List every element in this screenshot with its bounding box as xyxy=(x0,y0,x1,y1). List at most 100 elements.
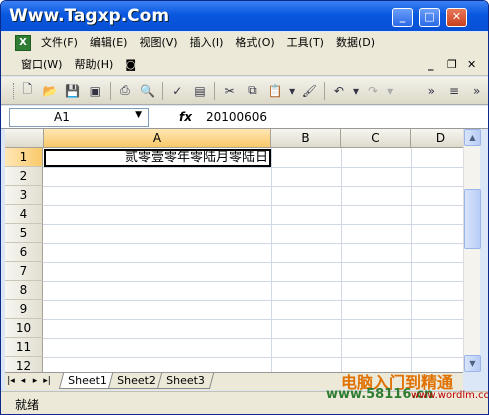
worksheet-grid[interactable]: A B C D 1 2 3 4 5 6 7 8 9 10 11 12 贰零壹零年… xyxy=(5,129,463,372)
gridline xyxy=(341,148,342,372)
gridline xyxy=(271,148,272,372)
row-header[interactable]: 1 xyxy=(5,148,43,167)
row-header[interactable]: 2 xyxy=(5,167,43,186)
doc-close-button[interactable]: ✕ xyxy=(467,58,476,71)
menu-view[interactable]: 视图(V) xyxy=(133,33,183,53)
excel-window: Www.Tagxp.Com _ □ ✕ X 文件(F) 编辑(E) 视图(V) … xyxy=(0,0,489,415)
doc-restore-button[interactable]: ❐ xyxy=(447,58,457,71)
gridline xyxy=(43,186,463,187)
row-header[interactable]: 12 xyxy=(5,357,43,372)
copy-icon[interactable]: ⧉ xyxy=(243,81,262,101)
row-header[interactable]: 3 xyxy=(5,186,43,205)
toolbar-separator xyxy=(323,81,325,100)
name-box-dropdown-icon[interactable]: ▼ xyxy=(135,110,142,120)
scroll-thumb[interactable] xyxy=(464,189,481,249)
cut-icon[interactable]: ✂ xyxy=(220,81,239,101)
menu-help[interactable]: 帮助(H) xyxy=(68,55,119,75)
prev-sheet-icon[interactable]: ◂ xyxy=(17,373,29,389)
column-header-d[interactable]: D xyxy=(411,129,463,148)
scroll-up-icon[interactable]: ▲ xyxy=(464,129,481,146)
paste-icon[interactable]: 📋 xyxy=(266,81,285,101)
menu-row-main: X 文件(F) 编辑(E) 视图(V) 插入(I) 格式(O) 工具(T) 数据… xyxy=(1,32,381,54)
toolbar-separator xyxy=(214,81,216,100)
name-box[interactable]: A1 ▼ xyxy=(9,107,149,127)
column-header-a[interactable]: A xyxy=(44,129,271,148)
row-header[interactable]: 10 xyxy=(5,319,43,338)
menu-window[interactable]: 窗口(W) xyxy=(15,55,68,75)
gridline xyxy=(43,300,463,301)
menu-file[interactable]: 文件(F) xyxy=(35,33,84,53)
menu-edit[interactable]: 编辑(E) xyxy=(84,33,134,53)
undo-dropdown-icon[interactable]: ▾ xyxy=(352,81,359,101)
redo-dropdown-icon[interactable]: ▾ xyxy=(386,81,393,101)
row-header[interactable]: 4 xyxy=(5,205,43,224)
gridline xyxy=(43,262,463,263)
last-sheet-icon[interactable]: ▸| xyxy=(41,373,53,389)
maximize-button[interactable]: □ xyxy=(419,8,440,27)
gridline xyxy=(43,281,463,282)
row-header[interactable]: 8 xyxy=(5,281,43,300)
print-icon[interactable]: ⎙ xyxy=(116,81,135,101)
insert-function-icon[interactable]: fx xyxy=(179,110,192,124)
gridline xyxy=(411,148,412,372)
title-bar: Www.Tagxp.Com _ □ ✕ xyxy=(1,1,488,31)
gridline xyxy=(43,319,463,320)
column-header-b[interactable]: B xyxy=(271,129,341,148)
gridline xyxy=(43,357,463,358)
sheet-tab-3[interactable]: Sheet3 xyxy=(156,373,214,389)
format-painter-icon[interactable]: 🖌 xyxy=(300,81,319,101)
toolbar-separator xyxy=(109,81,111,100)
align-icon[interactable]: ≡ xyxy=(445,81,464,101)
gridline xyxy=(43,205,463,206)
paste-dropdown-icon[interactable]: ▾ xyxy=(288,81,295,101)
menu-data[interactable]: 数据(D) xyxy=(330,33,381,53)
scroll-down-icon[interactable]: ▼ xyxy=(464,355,481,372)
cell-reference: A1 xyxy=(54,110,70,124)
watermark-title: Www.Tagxp.Com xyxy=(9,6,170,26)
permission-icon[interactable]: ▣ xyxy=(86,81,105,101)
next-sheet-icon[interactable]: ▸ xyxy=(29,373,41,389)
select-all-corner[interactable] xyxy=(5,129,44,148)
first-sheet-icon[interactable]: |◂ xyxy=(5,373,17,389)
open-icon[interactable]: 📂 xyxy=(41,81,60,101)
spelling-icon[interactable]: ✓ xyxy=(168,81,187,101)
cell-a1[interactable]: 贰零壹零年零陆月零陆日 xyxy=(44,149,271,167)
menu-row-secondary: 窗口(W) 帮助(H) ◙ xyxy=(15,54,142,76)
menu-bar: X 文件(F) 编辑(E) 视图(V) 插入(I) 格式(O) 工具(T) 数据… xyxy=(1,32,488,76)
row-header[interactable]: 7 xyxy=(5,262,43,281)
camera-icon[interactable]: ◙ xyxy=(119,55,142,75)
row-header[interactable]: 5 xyxy=(5,224,43,243)
gridline xyxy=(43,243,463,244)
gridline xyxy=(43,338,463,339)
toolbar-options-icon[interactable]: » xyxy=(422,81,441,101)
menu-insert[interactable]: 插入(I) xyxy=(184,33,230,53)
toolbar-options2-icon[interactable]: » xyxy=(467,81,486,101)
close-button[interactable]: ✕ xyxy=(446,8,467,27)
research-icon[interactable]: ▤ xyxy=(191,81,210,101)
watermark-url2: www.wordlm.com xyxy=(411,390,488,401)
toolbar-grip[interactable] xyxy=(13,82,16,99)
vertical-scrollbar[interactable]: ▲ ▼ xyxy=(463,129,481,372)
print-preview-icon[interactable]: 🔍 xyxy=(138,81,157,101)
row-header[interactable]: 11 xyxy=(5,338,43,357)
sheet-tab-2[interactable]: Sheet2 xyxy=(107,373,165,389)
standard-toolbar: 🗋 📂 💾 ▣ ⎙ 🔍 ✓ ▤ ✂ ⧉ 📋 ▾ 🖌 ↶ ▾ ↷ ▾ » ≡ » xyxy=(1,77,488,105)
menu-tools[interactable]: 工具(T) xyxy=(281,33,330,53)
formula-input[interactable]: 20100606 xyxy=(206,110,267,124)
formula-bar: A1 ▼ fx 20100606 xyxy=(1,106,488,129)
doc-minimize-button[interactable]: _ xyxy=(428,58,434,71)
new-icon[interactable]: 🗋 xyxy=(18,81,37,101)
gridline xyxy=(43,167,463,168)
redo-icon[interactable]: ↷ xyxy=(364,81,383,101)
gridline xyxy=(43,224,463,225)
toolbar-separator xyxy=(162,81,163,100)
column-header-c[interactable]: C xyxy=(341,129,411,148)
undo-icon[interactable]: ↶ xyxy=(330,81,349,101)
row-header[interactable]: 9 xyxy=(5,300,43,319)
minimize-button[interactable]: _ xyxy=(392,8,413,27)
status-text: 就绪 xyxy=(15,397,40,412)
save-icon[interactable]: 💾 xyxy=(63,81,82,101)
excel-icon[interactable]: X xyxy=(15,35,31,51)
menu-format[interactable]: 格式(O) xyxy=(229,33,280,53)
row-header[interactable]: 6 xyxy=(5,243,43,262)
